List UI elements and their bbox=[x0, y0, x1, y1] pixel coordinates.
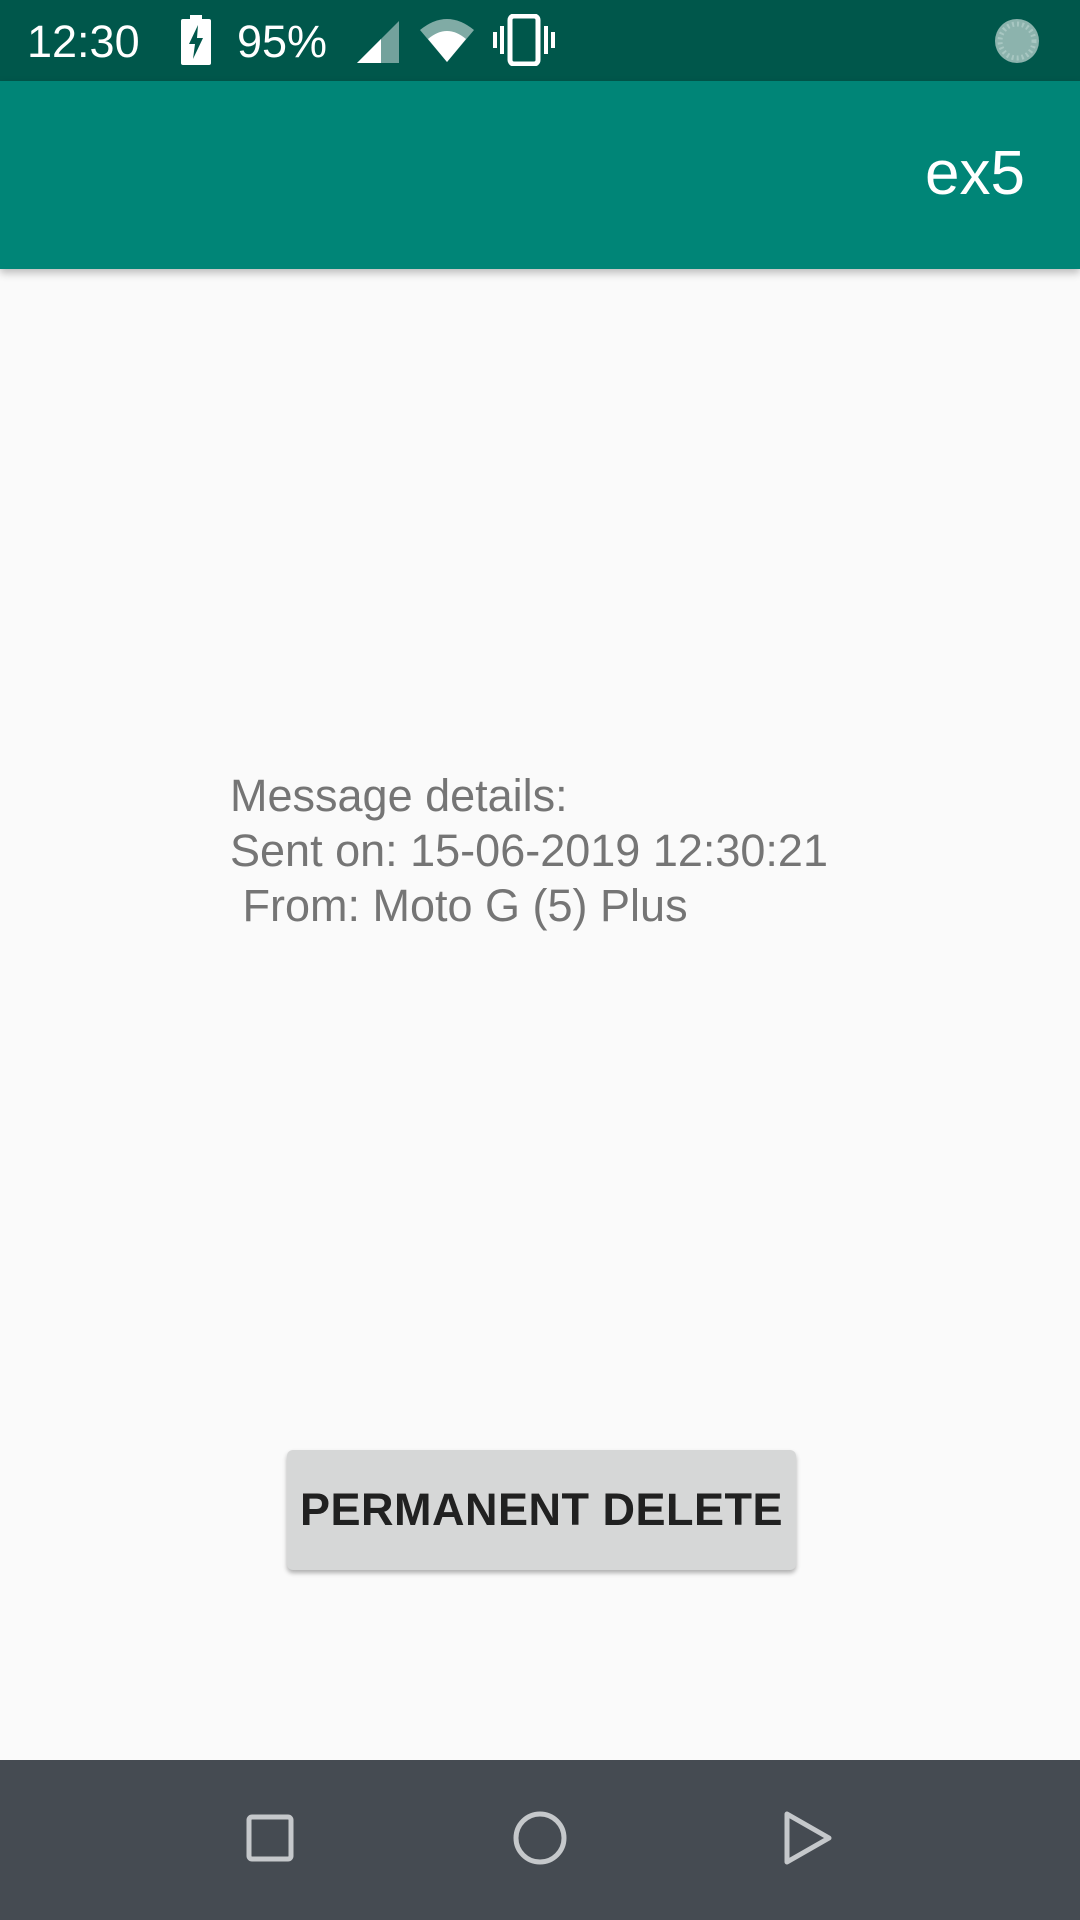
status-time: 12:30 bbox=[27, 16, 140, 67]
recents-button[interactable] bbox=[190, 1760, 350, 1920]
recents-icon bbox=[246, 1814, 294, 1867]
app-title: ex5 bbox=[925, 139, 1025, 208]
back-icon bbox=[783, 1811, 833, 1870]
app-bar: ex5 bbox=[0, 81, 1080, 269]
screen: 12:30 95% ex5 Message details: Sent on: … bbox=[0, 0, 1080, 1920]
signal-icon bbox=[357, 21, 399, 68]
wifi-icon bbox=[420, 18, 474, 67]
battery-percent: 95% bbox=[237, 16, 328, 67]
status-bar: 12:30 95% bbox=[0, 0, 1080, 81]
home-icon bbox=[512, 1810, 568, 1871]
vibrate-icon bbox=[493, 13, 555, 71]
battery-charging-icon bbox=[181, 15, 211, 70]
navigation-bar bbox=[0, 1760, 1080, 1920]
sync-icon bbox=[992, 16, 1042, 71]
back-button[interactable] bbox=[728, 1760, 888, 1920]
message-details-text: Message details: Sent on: 15-06-2019 12:… bbox=[230, 770, 828, 931]
home-button[interactable] bbox=[460, 1760, 620, 1920]
permanent-delete-button[interactable]: PERMANENT DELETE bbox=[287, 1450, 796, 1570]
